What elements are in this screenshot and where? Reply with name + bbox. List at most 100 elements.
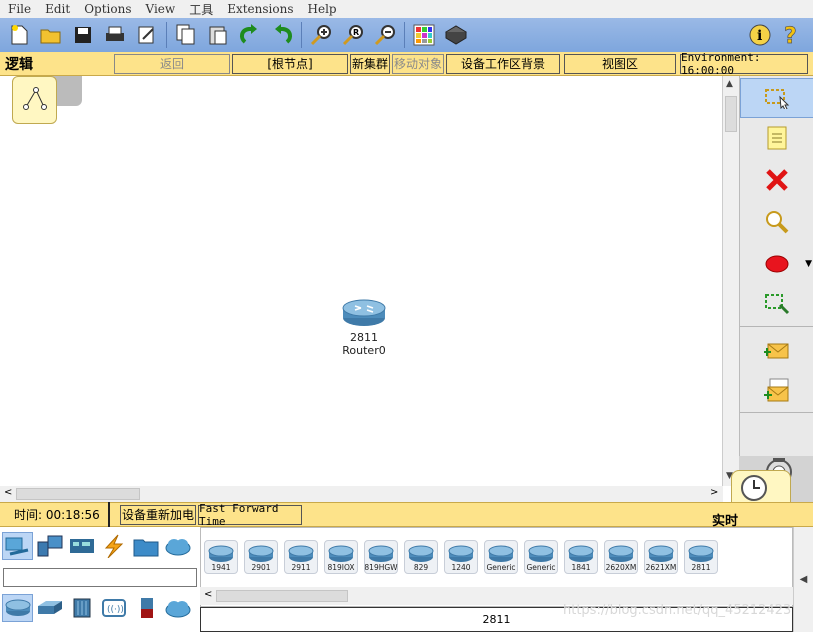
info-icon[interactable]: i bbox=[747, 22, 773, 48]
menu-extensions[interactable]: Extensions bbox=[227, 2, 293, 16]
set-background-button[interactable]: 设备工作区背景 bbox=[446, 53, 560, 74]
router-icon bbox=[688, 545, 714, 562]
zoom-in-icon[interactable] bbox=[308, 22, 334, 48]
device-item-2620xm[interactable]: 2620XM bbox=[604, 540, 638, 574]
device-label: Generic bbox=[486, 563, 516, 572]
environment-button[interactable]: Environment: 16:00:00 bbox=[680, 51, 808, 77]
menu-tools[interactable]: 工具 bbox=[189, 1, 213, 18]
print-icon[interactable] bbox=[102, 22, 128, 48]
note-tool[interactable] bbox=[740, 118, 813, 158]
zoom-reset-icon[interactable]: R bbox=[340, 22, 366, 48]
power-cycle-button[interactable]: 设备重新加电 bbox=[120, 504, 196, 525]
scroll-left-icon[interactable]: < bbox=[4, 487, 12, 498]
router-icon bbox=[448, 545, 474, 562]
add-complex-pdu-tool[interactable] bbox=[740, 370, 813, 410]
device-label: 1941 bbox=[211, 563, 231, 572]
custom-device-icon[interactable] bbox=[443, 22, 469, 48]
undo-icon[interactable] bbox=[237, 22, 263, 48]
device-subcategories: ((·)) bbox=[2, 594, 194, 622]
device-selection-box: ((·)) 1941 2901 2911 819IOX 819HGW 829 1… bbox=[0, 527, 813, 632]
fast-forward-button[interactable]: Fast Forward Time bbox=[198, 502, 302, 528]
components-category[interactable] bbox=[66, 532, 97, 560]
new-file-icon[interactable] bbox=[6, 22, 32, 48]
new-cluster-button[interactable]: 新集群 bbox=[350, 53, 390, 74]
workspace-vertical-scrollbar[interactable]: ▲ ▼ bbox=[723, 76, 739, 486]
device-item-1240[interactable]: 1240 bbox=[444, 540, 478, 574]
category-search-input[interactable] bbox=[3, 568, 197, 587]
hub-icon bbox=[73, 598, 90, 618]
menu-file[interactable]: File bbox=[8, 2, 31, 16]
device-item-1941[interactable]: 1941 bbox=[204, 540, 238, 574]
menu-edit[interactable]: Edit bbox=[45, 2, 70, 16]
switches-subcategory[interactable] bbox=[34, 594, 65, 622]
topology-icon bbox=[22, 87, 47, 110]
miscellaneous-category[interactable] bbox=[130, 532, 161, 560]
device-item-generic[interactable]: Generic bbox=[484, 540, 518, 574]
help-icon[interactable]: ? bbox=[779, 22, 805, 48]
scroll-left-icon[interactable]: < bbox=[204, 589, 212, 600]
device-item-819iox[interactable]: 819IOX bbox=[324, 540, 358, 574]
add-simple-pdu-tool[interactable] bbox=[740, 330, 813, 370]
collapse-panel-button[interactable]: ◀ bbox=[793, 527, 813, 632]
delete-tool[interactable] bbox=[740, 160, 813, 200]
router-icon bbox=[408, 545, 434, 562]
logical-workspace[interactable]: 2811 Router0 bbox=[0, 76, 723, 486]
wireless-icon: ((·)) bbox=[101, 599, 126, 617]
menu-view[interactable]: View bbox=[146, 2, 176, 16]
menu-options[interactable]: Options bbox=[84, 2, 131, 16]
dropdown-arrow-icon[interactable]: ▼ bbox=[805, 259, 812, 269]
ellipse-icon bbox=[765, 255, 789, 273]
svg-text:R: R bbox=[353, 28, 359, 37]
hubs-subcategory[interactable] bbox=[66, 594, 97, 622]
save-icon[interactable] bbox=[70, 22, 96, 48]
device-item-2811[interactable]: 2811 bbox=[684, 540, 718, 574]
open-folder-icon[interactable] bbox=[38, 22, 64, 48]
lightning-icon bbox=[104, 534, 123, 558]
common-tools-panel: ▼ bbox=[739, 76, 813, 486]
network-devices-icon bbox=[5, 537, 28, 556]
end-devices-category[interactable] bbox=[34, 532, 65, 560]
logical-view-tab[interactable] bbox=[12, 76, 57, 124]
device-item-2621xm[interactable]: 2621XM bbox=[644, 540, 678, 574]
root-button[interactable]: [根节点] bbox=[232, 53, 348, 74]
multiuser-category[interactable] bbox=[162, 532, 193, 560]
workspace-horizontal-scrollbar[interactable]: < > bbox=[0, 486, 723, 502]
select-tool[interactable] bbox=[740, 78, 813, 118]
copy-icon[interactable] bbox=[173, 22, 199, 48]
device-item-2901[interactable]: 2901 bbox=[244, 540, 278, 574]
redo-icon[interactable] bbox=[269, 22, 295, 48]
network-devices-category[interactable] bbox=[2, 532, 33, 560]
realtime-tab[interactable] bbox=[731, 470, 791, 504]
move-object-button[interactable]: 移动对象 bbox=[392, 53, 444, 74]
device-label: 1841 bbox=[571, 563, 591, 572]
wan-emulation-subcategory[interactable] bbox=[162, 594, 193, 622]
palette-icon[interactable] bbox=[411, 22, 437, 48]
scroll-thumb[interactable] bbox=[725, 96, 737, 132]
device-item-2911[interactable]: 2911 bbox=[284, 540, 318, 574]
scroll-thumb[interactable] bbox=[216, 590, 348, 602]
device-item-generic[interactable]: Generic bbox=[524, 540, 558, 574]
wireless-subcategory[interactable]: ((·)) bbox=[98, 594, 129, 622]
routers-subcategory[interactable] bbox=[2, 594, 33, 622]
scroll-right-icon[interactable]: > bbox=[710, 487, 718, 498]
device-item-1841[interactable]: 1841 bbox=[564, 540, 598, 574]
router-device[interactable]: 2811 Router0 bbox=[341, 298, 387, 357]
inspect-tool[interactable] bbox=[740, 202, 813, 242]
scroll-thumb[interactable] bbox=[16, 488, 140, 500]
security-subcategory[interactable] bbox=[130, 594, 161, 622]
device-item-819hgw[interactable]: 819HGW bbox=[364, 540, 398, 574]
draw-shape-tool[interactable]: ▼ bbox=[740, 244, 813, 284]
connections-category[interactable] bbox=[98, 532, 129, 560]
paste-icon[interactable] bbox=[205, 22, 231, 48]
back-button[interactable]: 返回 bbox=[114, 53, 230, 74]
resize-shape-tool[interactable] bbox=[740, 284, 813, 324]
menu-bar: File Edit Options View 工具 Extensions Hel… bbox=[0, 0, 813, 18]
scroll-up-icon[interactable]: ▲ bbox=[726, 79, 733, 89]
device-label: 2621XM bbox=[645, 563, 677, 572]
device-name-label[interactable]: Router0 bbox=[341, 344, 387, 357]
viewport-button[interactable]: 视图区 bbox=[564, 53, 676, 74]
activity-wizard-icon[interactable] bbox=[134, 22, 160, 48]
device-item-829[interactable]: 829 bbox=[404, 540, 438, 574]
menu-help[interactable]: Help bbox=[308, 2, 337, 16]
zoom-out-icon[interactable] bbox=[372, 22, 398, 48]
